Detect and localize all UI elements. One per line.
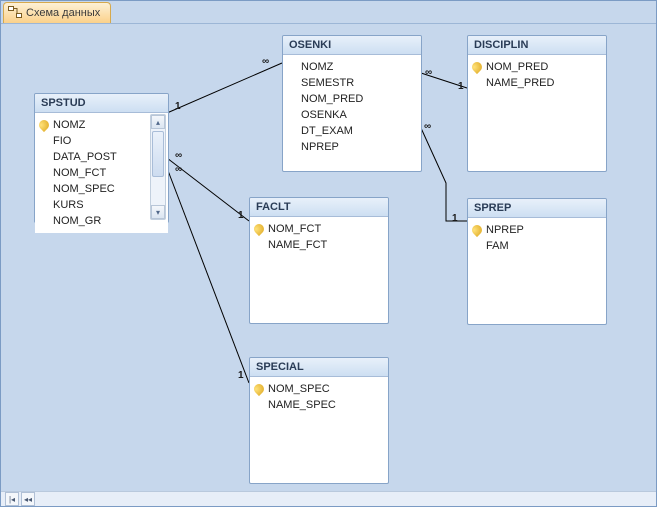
table-fields: NOM_SPEC NAME_SPEC xyxy=(250,377,388,417)
rel-spstud-special xyxy=(167,168,249,383)
table-title[interactable]: SPREP xyxy=(468,199,606,218)
table-title[interactable]: FACLT xyxy=(250,198,388,217)
card-spstud-special-right: 1 xyxy=(237,370,245,381)
card-spstud-osenki-right: ∞ xyxy=(261,56,270,67)
table-fields: NOM_FCT NAME_FCT xyxy=(250,217,388,257)
rel-spstud-osenki xyxy=(167,63,282,113)
field[interactable]: KURS xyxy=(37,197,150,213)
scroll-down-icon[interactable]: ▾ xyxy=(151,205,165,219)
tab-schema[interactable]: Схема данных xyxy=(3,2,111,23)
scroll-up-icon[interactable]: ▴ xyxy=(151,115,165,129)
table-spstud[interactable]: SPSTUD NOMZ FIO DATA_POST NOM_FCT NOM_SP… xyxy=(34,93,169,223)
nav-first-icon[interactable]: |◂ xyxy=(5,492,19,506)
field[interactable]: OSENKA xyxy=(285,107,419,123)
card-spstud-faclt-left: ∞ xyxy=(174,150,183,161)
card-spstud-faclt-right: 1 xyxy=(237,210,245,221)
table-title[interactable]: SPECIAL xyxy=(250,358,388,377)
scroll-thumb[interactable] xyxy=(152,131,164,177)
field[interactable]: NAME_PRED xyxy=(470,75,604,91)
table-title[interactable]: SPSTUD xyxy=(35,94,168,113)
app-window: Схема данных 1 ∞ ∞ 1 ∞ 1 ∞ 1 ∞ 1 SPSTUD xyxy=(0,0,657,507)
nav-prev-icon[interactable]: ◂◂ xyxy=(21,492,35,506)
table-special[interactable]: SPECIAL NOM_SPEC NAME_SPEC xyxy=(249,357,389,484)
field[interactable]: NOMZ xyxy=(285,59,419,75)
card-osenki-disciplin-right: 1 xyxy=(457,81,465,92)
card-osenki-disciplin-left: ∞ xyxy=(424,67,433,78)
field[interactable]: NOM_PRED xyxy=(470,59,604,75)
field[interactable]: FAM xyxy=(470,238,604,254)
field[interactable]: NOM_SPEC xyxy=(37,181,150,197)
field[interactable]: SEMESTR xyxy=(285,75,419,91)
field[interactable]: NOM_SPEC xyxy=(252,381,386,397)
table-disciplin[interactable]: DISCIPLIN NOM_PRED NAME_PRED xyxy=(467,35,607,172)
scrollbar[interactable]: ▴ ▾ xyxy=(150,114,166,220)
field[interactable]: NOMZ xyxy=(37,117,150,133)
diagram-canvas[interactable]: 1 ∞ ∞ 1 ∞ 1 ∞ 1 ∞ 1 SPSTUD NOMZ FIO DATA… xyxy=(1,23,656,492)
field[interactable]: NPREP xyxy=(285,139,419,155)
table-fields: NPREP FAM xyxy=(468,218,606,258)
relationships-icon xyxy=(8,6,22,21)
field[interactable]: NOM_PRED xyxy=(285,91,419,107)
field[interactable]: DT_EXAM xyxy=(285,123,419,139)
card-osenki-sprep-left: ∞ xyxy=(423,121,432,132)
field[interactable]: NAME_SPEC xyxy=(252,397,386,413)
field[interactable]: NAME_FCT xyxy=(252,237,386,253)
field[interactable]: NOM_FCT xyxy=(37,165,150,181)
field[interactable]: NOM_GR xyxy=(37,213,150,229)
table-fields: NOM_PRED NAME_PRED xyxy=(468,55,606,95)
table-fields: NOMZ FIO DATA_POST NOM_FCT NOM_SPEC KURS… xyxy=(35,113,168,233)
card-osenki-sprep-right: 1 xyxy=(451,213,459,224)
card-spstud-osenki-left: 1 xyxy=(174,101,182,112)
table-osenki[interactable]: OSENKI NOMZ SEMESTR NOM_PRED OSENKA DT_E… xyxy=(282,35,422,172)
tab-bar: Схема данных xyxy=(1,1,656,24)
table-title[interactable]: DISCIPLIN xyxy=(468,36,606,55)
table-faclt[interactable]: FACLT NOM_FCT NAME_FCT xyxy=(249,197,389,324)
field[interactable]: FIO xyxy=(37,133,150,149)
rel-osenki-sprep xyxy=(421,128,467,221)
table-title[interactable]: OSENKI xyxy=(283,36,421,55)
field[interactable]: NOM_FCT xyxy=(252,221,386,237)
table-fields: NOMZ SEMESTR NOM_PRED OSENKA DT_EXAM NPR… xyxy=(283,55,421,159)
table-sprep[interactable]: SPREP NPREP FAM xyxy=(467,198,607,325)
card-spstud-special-left: ∞ xyxy=(174,164,183,175)
status-bar: |◂ ◂◂ xyxy=(1,491,656,506)
field[interactable]: DATA_POST xyxy=(37,149,150,165)
tab-label: Схема данных xyxy=(26,7,100,19)
field[interactable]: NPREP xyxy=(470,222,604,238)
